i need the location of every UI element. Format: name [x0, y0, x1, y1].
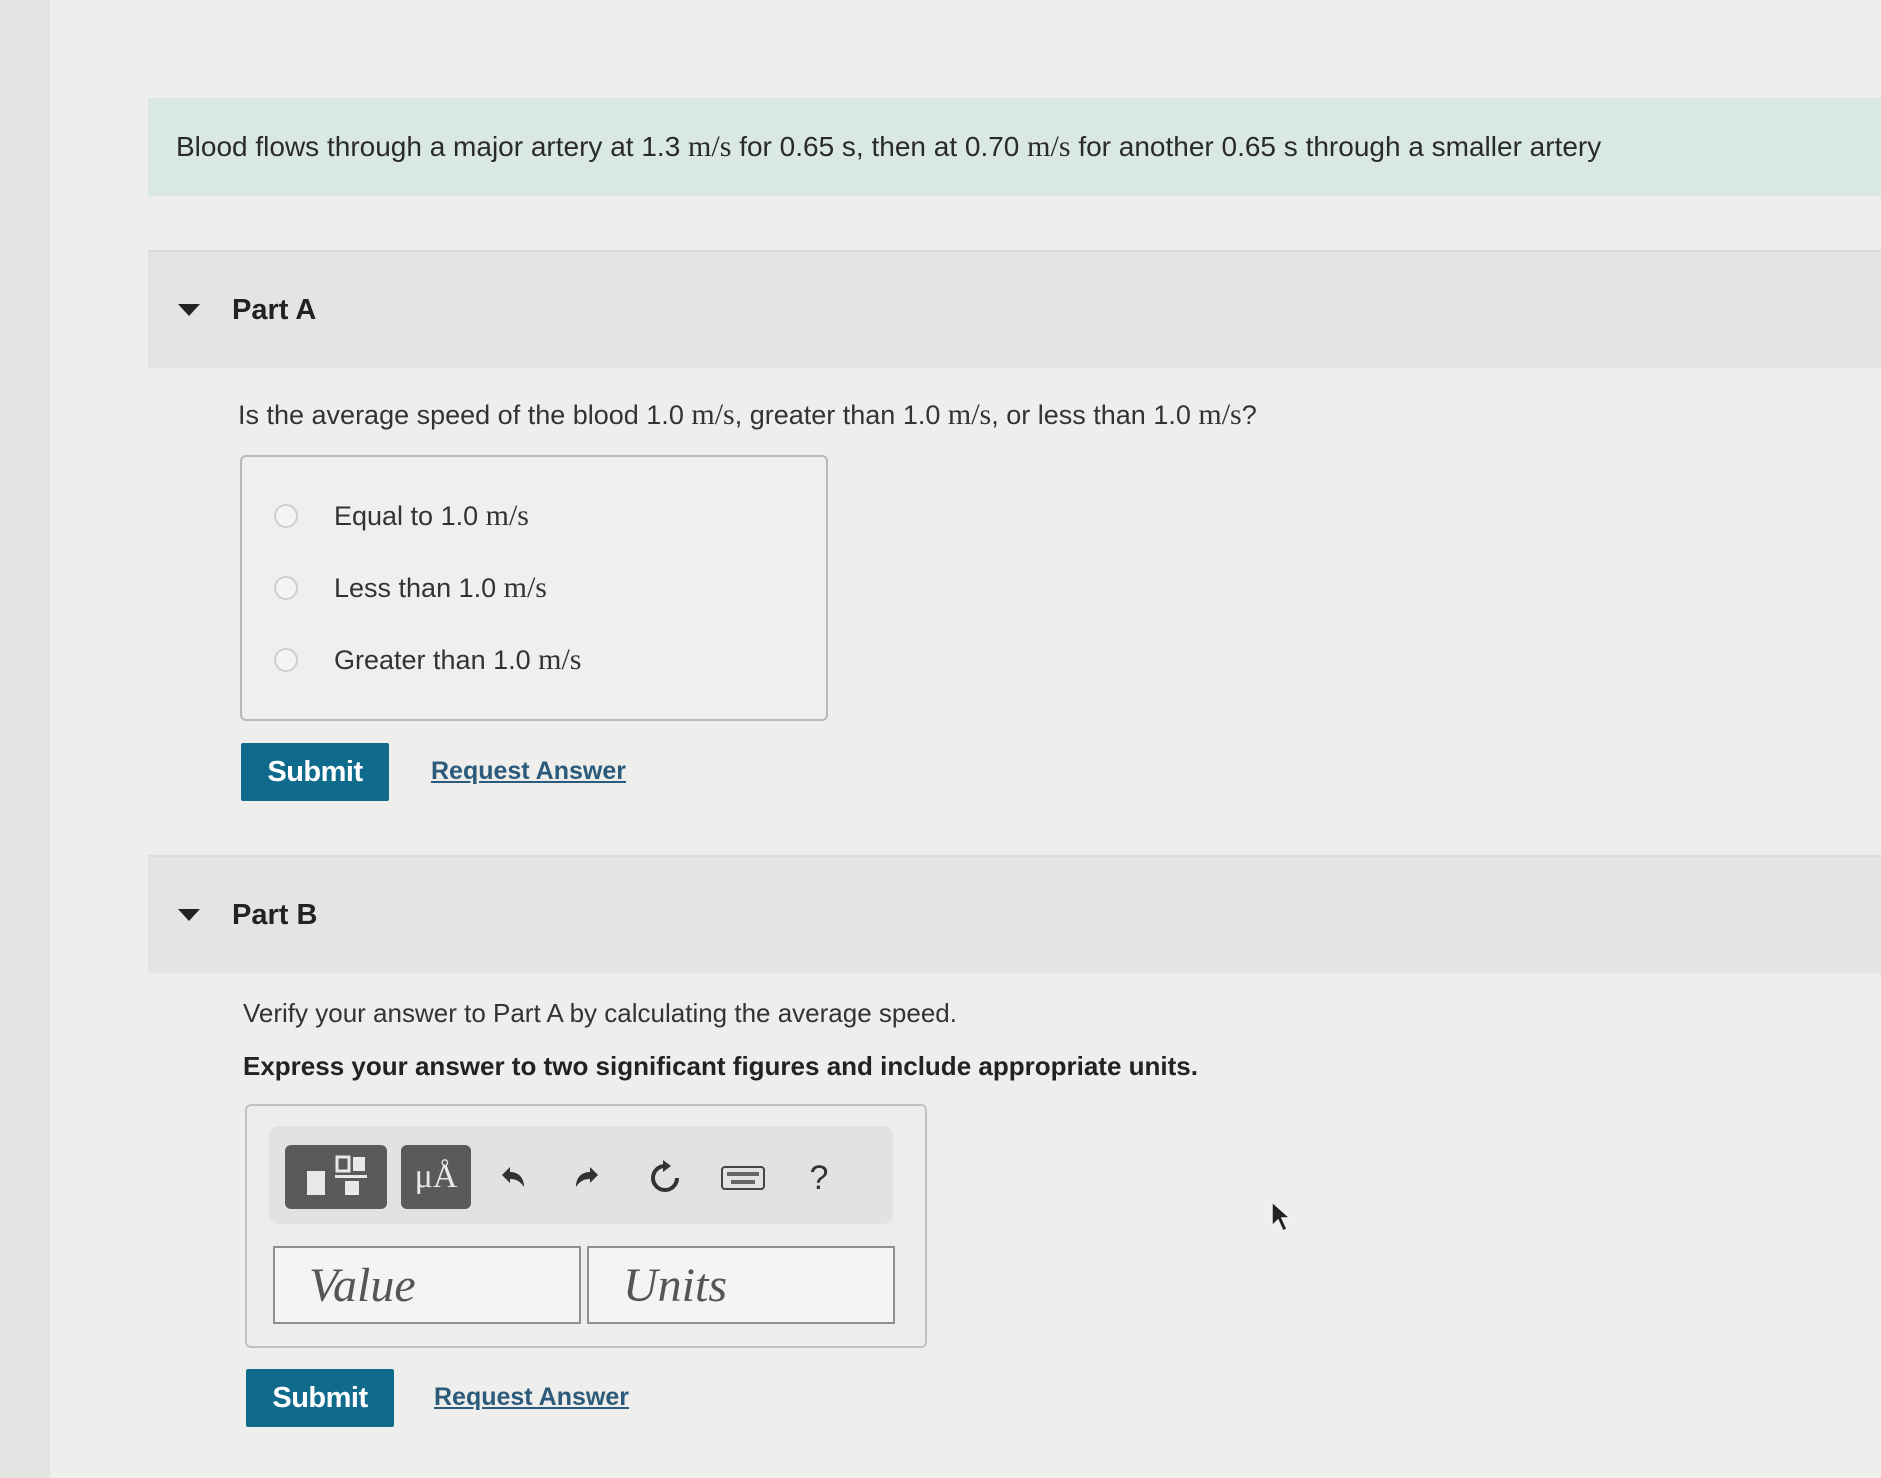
part-a-question: Is the average speed of the blood 1.0 m/… [238, 398, 1257, 432]
intro-text-1: Blood flows through a major artery at 1.… [176, 131, 681, 162]
radio-button[interactable] [274, 576, 298, 600]
units-symbol-button[interactable]: μÅ [401, 1145, 471, 1209]
question-text: , greater than 1.0 [734, 400, 941, 430]
answer-entry-box: μÅ ? Value Units [245, 1104, 927, 1348]
part-a-submit-button[interactable]: Submit [241, 743, 389, 801]
radio-button[interactable] [274, 648, 298, 672]
part-b-header[interactable]: Part B [148, 855, 1881, 973]
intro-unit-2: m/s [1027, 130, 1071, 163]
math-toolbar: μÅ ? [269, 1126, 893, 1224]
choice-greater[interactable]: Greater than 1.0 m/s [274, 643, 582, 677]
part-b-instruction: Verify your answer to Part A by calculat… [243, 998, 957, 1028]
reset-icon[interactable] [641, 1154, 689, 1202]
choice-unit: m/s [538, 643, 582, 676]
collapse-caret-icon[interactable] [178, 909, 200, 921]
part-a-header[interactable]: Part A [148, 250, 1881, 368]
left-margin [0, 0, 50, 1478]
question-unit: m/s [1198, 398, 1242, 431]
part-a-title: Part A [232, 293, 317, 326]
choice-unit: m/s [503, 571, 547, 604]
choice-label: Greater than 1.0 [334, 644, 531, 675]
templates-button[interactable] [285, 1145, 387, 1209]
part-a-request-answer-link[interactable]: Request Answer [431, 757, 626, 786]
question-unit: m/s [947, 398, 992, 431]
part-b-instruction-bold: Express your answer to two significant f… [243, 1051, 1198, 1081]
choice-unit: m/s [485, 499, 529, 532]
question-text: , or less than 1.0 [991, 400, 1191, 430]
value-input[interactable]: Value [273, 1246, 581, 1324]
choice-less[interactable]: Less than 1.0 m/s [274, 571, 547, 605]
intro-text-3: for another 0.65 s through a smaller art… [1078, 131, 1602, 162]
intro-text-2: for 0.65 s, then at 0.70 [739, 131, 1020, 162]
help-icon[interactable]: ? [795, 1154, 843, 1202]
part-b-title: Part B [232, 898, 318, 931]
choice-equal[interactable]: Equal to 1.0 m/s [274, 499, 529, 533]
choice-label: Less than 1.0 [334, 572, 497, 603]
intro-unit-1: m/s [688, 130, 732, 163]
question-text: ? [1241, 400, 1257, 430]
templates-icon [307, 1155, 367, 1195]
collapse-caret-icon[interactable] [178, 304, 200, 316]
problem-statement: Blood flows through a major artery at 1.… [148, 98, 1881, 196]
units-input[interactable]: Units [587, 1246, 895, 1324]
answer-choices: Equal to 1.0 m/s Less than 1.0 m/s Great… [240, 455, 828, 721]
redo-icon[interactable] [565, 1154, 613, 1202]
mouse-cursor-icon [1271, 1200, 1292, 1233]
question-text: Is the average speed of the blood 1.0 [238, 400, 684, 430]
question-unit: m/s [691, 398, 735, 431]
part-b-submit-button[interactable]: Submit [246, 1369, 394, 1427]
radio-button[interactable] [274, 504, 298, 528]
choice-label: Equal to 1.0 [334, 500, 479, 531]
keyboard-icon[interactable] [719, 1154, 767, 1202]
undo-icon[interactable] [487, 1154, 535, 1202]
part-b-request-answer-link[interactable]: Request Answer [434, 1383, 629, 1412]
